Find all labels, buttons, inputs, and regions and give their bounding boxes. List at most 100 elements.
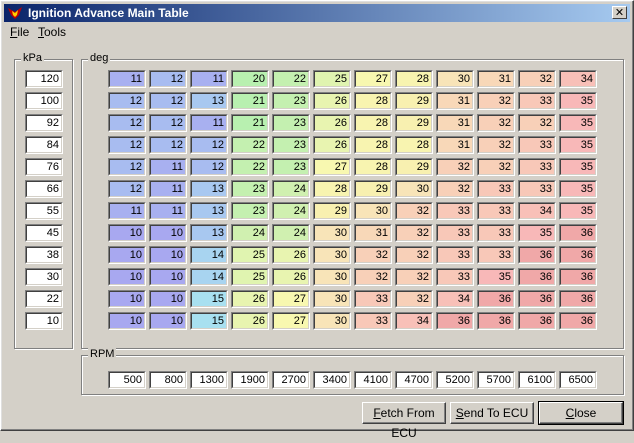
- deg-cell[interactable]: 31: [436, 114, 474, 132]
- deg-cell[interactable]: 35: [559, 158, 597, 176]
- deg-cell[interactable]: 29: [395, 92, 433, 110]
- deg-cell[interactable]: 33: [436, 224, 474, 242]
- deg-cell[interactable]: 26: [231, 290, 269, 308]
- deg-cell[interactable]: 22: [231, 136, 269, 154]
- deg-cell[interactable]: 12: [190, 136, 228, 154]
- deg-cell[interactable]: 12: [149, 114, 187, 132]
- deg-cell[interactable]: 11: [190, 114, 228, 132]
- deg-cell[interactable]: 30: [354, 202, 392, 220]
- deg-cell[interactable]: 31: [354, 224, 392, 242]
- deg-cell[interactable]: 10: [149, 312, 187, 330]
- deg-cell[interactable]: 27: [272, 290, 310, 308]
- deg-cell[interactable]: 33: [518, 92, 556, 110]
- deg-cell[interactable]: 36: [559, 312, 597, 330]
- deg-cell[interactable]: 33: [477, 180, 515, 198]
- deg-cell[interactable]: 10: [149, 246, 187, 264]
- deg-cell[interactable]: 32: [395, 268, 433, 286]
- kpa-cell[interactable]: 120: [25, 70, 63, 88]
- deg-cell[interactable]: 29: [313, 202, 351, 220]
- deg-cell[interactable]: 32: [395, 224, 433, 242]
- deg-cell[interactable]: 28: [395, 70, 433, 88]
- deg-cell[interactable]: 35: [559, 180, 597, 198]
- kpa-cell[interactable]: 45: [25, 224, 63, 242]
- kpa-cell[interactable]: 30: [25, 268, 63, 286]
- deg-cell[interactable]: 15: [190, 312, 228, 330]
- deg-cell[interactable]: 10: [108, 268, 146, 286]
- deg-cell[interactable]: 24: [272, 202, 310, 220]
- kpa-cell[interactable]: 38: [25, 246, 63, 264]
- deg-cell[interactable]: 35: [559, 202, 597, 220]
- deg-cell[interactable]: 28: [395, 136, 433, 154]
- deg-cell[interactable]: 30: [313, 268, 351, 286]
- deg-cell[interactable]: 32: [436, 158, 474, 176]
- rpm-cell[interactable]: 2700: [272, 371, 310, 389]
- close-icon[interactable]: ✕: [612, 6, 627, 19]
- deg-cell[interactable]: 12: [108, 136, 146, 154]
- deg-cell[interactable]: 32: [395, 246, 433, 264]
- deg-cell[interactable]: 12: [149, 136, 187, 154]
- kpa-cell[interactable]: 22: [25, 290, 63, 308]
- deg-cell[interactable]: 31: [436, 92, 474, 110]
- deg-cell[interactable]: 10: [149, 290, 187, 308]
- kpa-cell[interactable]: 66: [25, 180, 63, 198]
- deg-cell[interactable]: 35: [518, 224, 556, 242]
- deg-cell[interactable]: 11: [190, 70, 228, 88]
- title-bar[interactable]: Ignition Advance Main Table ✕: [4, 4, 630, 22]
- deg-cell[interactable]: 28: [354, 92, 392, 110]
- deg-cell[interactable]: 22: [231, 158, 269, 176]
- deg-cell[interactable]: 33: [518, 158, 556, 176]
- deg-cell[interactable]: 27: [354, 70, 392, 88]
- deg-cell[interactable]: 14: [190, 246, 228, 264]
- deg-cell[interactable]: 34: [518, 202, 556, 220]
- deg-cell[interactable]: 24: [272, 224, 310, 242]
- deg-cell[interactable]: 15: [190, 290, 228, 308]
- deg-cell[interactable]: 32: [477, 158, 515, 176]
- deg-cell[interactable]: 13: [190, 202, 228, 220]
- deg-cell[interactable]: 33: [354, 312, 392, 330]
- deg-cell[interactable]: 36: [559, 290, 597, 308]
- send-to-ecu-button[interactable]: Send To ECU: [450, 402, 534, 424]
- deg-cell[interactable]: 10: [108, 312, 146, 330]
- deg-cell[interactable]: 33: [354, 290, 392, 308]
- deg-cell[interactable]: 28: [313, 180, 351, 198]
- deg-cell[interactable]: 30: [395, 180, 433, 198]
- deg-cell[interactable]: 36: [477, 312, 515, 330]
- deg-cell[interactable]: 12: [108, 158, 146, 176]
- deg-cell[interactable]: 31: [477, 70, 515, 88]
- deg-cell[interactable]: 32: [518, 114, 556, 132]
- deg-cell[interactable]: 35: [559, 136, 597, 154]
- rpm-cell[interactable]: 1300: [190, 371, 228, 389]
- deg-cell[interactable]: 23: [272, 92, 310, 110]
- deg-cell[interactable]: 23: [272, 114, 310, 132]
- deg-cell[interactable]: 11: [108, 202, 146, 220]
- deg-cell[interactable]: 12: [108, 92, 146, 110]
- deg-cell[interactable]: 25: [231, 268, 269, 286]
- deg-cell[interactable]: 33: [477, 202, 515, 220]
- menu-file[interactable]: File: [10, 25, 29, 39]
- deg-cell[interactable]: 25: [231, 246, 269, 264]
- deg-cell[interactable]: 23: [272, 136, 310, 154]
- deg-cell[interactable]: 32: [395, 290, 433, 308]
- deg-cell[interactable]: 36: [559, 224, 597, 242]
- deg-cell[interactable]: 28: [354, 136, 392, 154]
- deg-cell[interactable]: 33: [436, 202, 474, 220]
- deg-cell[interactable]: 27: [272, 312, 310, 330]
- deg-cell[interactable]: 36: [477, 290, 515, 308]
- kpa-cell[interactable]: 76: [25, 158, 63, 176]
- deg-cell[interactable]: 32: [395, 202, 433, 220]
- deg-cell[interactable]: 24: [272, 180, 310, 198]
- deg-cell[interactable]: 27: [313, 158, 351, 176]
- kpa-cell[interactable]: 84: [25, 136, 63, 154]
- deg-cell[interactable]: 12: [149, 92, 187, 110]
- deg-cell[interactable]: 29: [395, 114, 433, 132]
- kpa-cell[interactable]: 100: [25, 92, 63, 110]
- deg-cell[interactable]: 26: [272, 246, 310, 264]
- deg-cell[interactable]: 22: [272, 70, 310, 88]
- deg-cell[interactable]: 33: [436, 268, 474, 286]
- deg-cell[interactable]: 26: [231, 312, 269, 330]
- rpm-cell[interactable]: 5700: [477, 371, 515, 389]
- deg-cell[interactable]: 21: [231, 92, 269, 110]
- deg-cell[interactable]: 23: [231, 202, 269, 220]
- rpm-cell[interactable]: 4100: [354, 371, 392, 389]
- deg-cell[interactable]: 10: [108, 246, 146, 264]
